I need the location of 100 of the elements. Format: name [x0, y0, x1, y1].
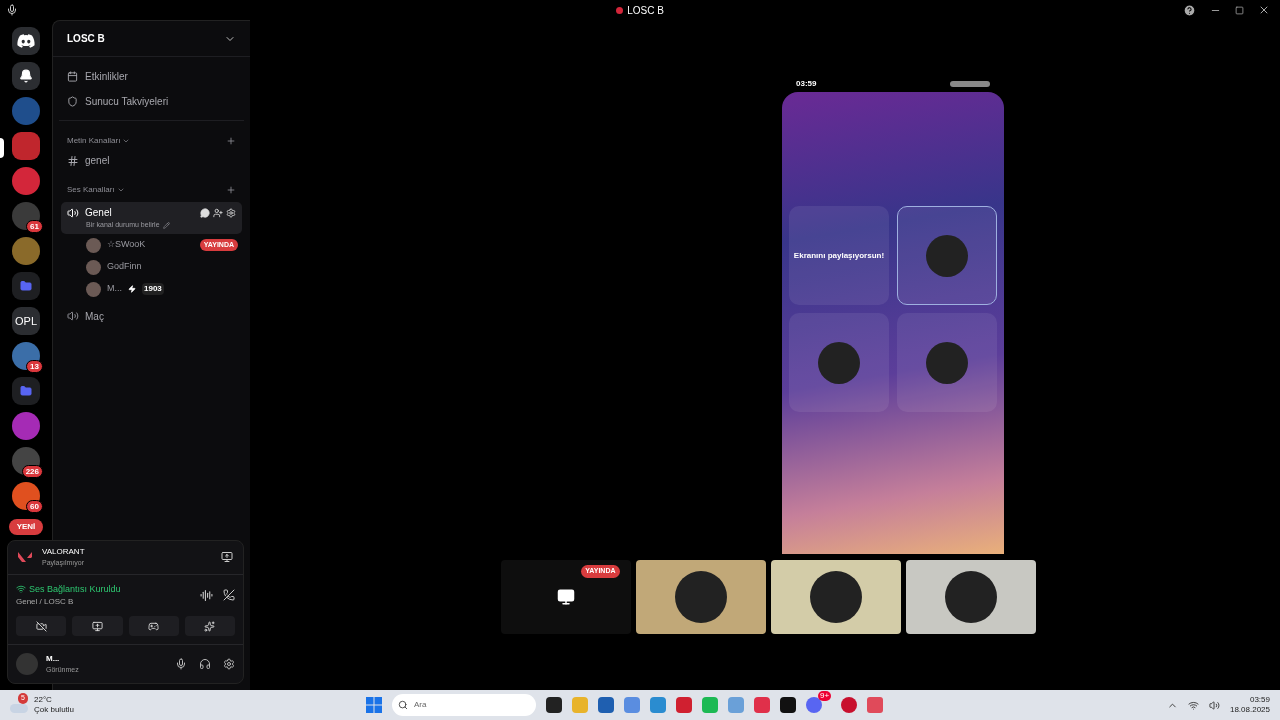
- channel-name: Maç: [85, 309, 104, 324]
- stream-tile[interactable]: [770, 560, 901, 634]
- taskbar-app-icon[interactable]: [546, 697, 562, 713]
- avatar-placeholder: [809, 571, 862, 623]
- add-user-icon[interactable]: [213, 207, 223, 218]
- server-button[interactable]: [12, 27, 40, 55]
- disconnect-icon[interactable]: [223, 589, 235, 602]
- settings-icon[interactable]: [226, 207, 236, 218]
- server-name[interactable]: LOSC B: [67, 31, 105, 46]
- participant-tile[interactable]: [897, 313, 997, 412]
- soundboard-button[interactable]: [184, 616, 235, 636]
- sidebar-item[interactable]: Etkinlikler: [67, 65, 236, 87]
- settings-icon[interactable]: [223, 658, 235, 670]
- voice-user-name[interactable]: M...: [107, 282, 122, 296]
- user-tag: 1903: [142, 283, 164, 295]
- sparkles-icon: [204, 620, 216, 632]
- stream-tile[interactable]: [905, 560, 1036, 634]
- channel-item[interactable]: genel: [67, 153, 236, 168]
- notification-badge: 9+: [818, 691, 832, 701]
- unread-badge: 13: [26, 360, 43, 373]
- chat-icon[interactable]: [200, 207, 210, 218]
- hash-icon: [67, 154, 79, 167]
- speaker-icon: [67, 206, 79, 219]
- category-label[interactable]: Metin Kanalları: [67, 135, 121, 147]
- connection-icon: [16, 584, 26, 595]
- server-button[interactable]: OPL: [12, 307, 40, 335]
- server-icon[interactable]: [12, 447, 40, 475]
- lightning-icon: [128, 285, 136, 293]
- search-icon: [398, 700, 408, 710]
- unread-badge: 60: [26, 500, 43, 513]
- volume-icon[interactable]: [1208, 699, 1220, 711]
- channel-name: Genel: [85, 206, 112, 220]
- user-name: M...: [46, 652, 61, 665]
- bell-icon: [19, 69, 33, 83]
- game-logo-icon: [18, 552, 32, 562]
- add-icon[interactable]: [226, 136, 236, 146]
- window-title: LOSC B: [627, 3, 664, 18]
- server-button[interactable]: [12, 62, 40, 90]
- participant-tile[interactable]: [897, 206, 997, 305]
- taskbar-app-icon[interactable]: [806, 697, 822, 713]
- clock-time[interactable]: 03:59: [1249, 695, 1270, 705]
- unread-badge: 226: [21, 465, 43, 478]
- shield-icon: [67, 95, 78, 107]
- server-label: OPL: [15, 313, 37, 329]
- avatar-placeholder: [818, 341, 860, 384]
- new-pill[interactable]: YENİ: [8, 519, 44, 535]
- game-name: VALORANT: [42, 545, 85, 558]
- gamepad-icon: [148, 620, 160, 632]
- category-label[interactable]: Ses Kanalları: [67, 184, 115, 196]
- maximize-icon[interactable]: [1235, 5, 1244, 15]
- noise-suppression-icon[interactable]: [200, 588, 213, 602]
- monitor-icon: [556, 588, 575, 606]
- avatar-placeholder: [926, 234, 968, 277]
- participant-tile[interactable]: [789, 313, 889, 412]
- clock-date[interactable]: 18.08.2025: [1229, 705, 1270, 715]
- unread-badge: 61: [26, 220, 43, 233]
- voice-user-name[interactable]: GodFinn: [107, 260, 142, 274]
- chevron-down-icon: [116, 186, 125, 194]
- pencil-icon: [162, 221, 170, 229]
- server-icon[interactable]: [12, 342, 40, 370]
- temperature: 22°C: [34, 695, 53, 705]
- avatar-placeholder: [926, 341, 968, 384]
- chevron-down-icon: [122, 137, 131, 145]
- taskbar-app-icon[interactable]: [780, 697, 796, 713]
- phone-clock: 03:59: [796, 78, 817, 90]
- taskbar-app-icon[interactable]: [841, 697, 858, 713]
- calendar-icon: [67, 70, 78, 82]
- close-icon[interactable]: [1258, 4, 1270, 16]
- screen-share-button[interactable]: [72, 616, 123, 636]
- cloud-icon: [10, 704, 28, 713]
- selected-indicator: [0, 138, 4, 158]
- speaker-icon: [67, 310, 79, 322]
- avatar-placeholder: [86, 237, 101, 253]
- stream-tile[interactable]: [635, 560, 766, 634]
- taskbar-app-icon[interactable]: [598, 697, 614, 713]
- camera-off-button[interactable]: [16, 616, 67, 636]
- network-icon[interactable]: [1187, 699, 1199, 711]
- search-field[interactable]: Ara: [392, 694, 536, 716]
- mic-icon: [6, 4, 18, 16]
- server-icon[interactable]: [12, 202, 40, 230]
- add-icon[interactable]: [226, 185, 236, 195]
- activity-button[interactable]: [128, 616, 179, 636]
- weather-label: Çok bulutlu: [34, 705, 75, 715]
- camera-off-icon: [35, 620, 47, 632]
- participant-tile[interactable]: Ekranını paylaşıyorsun!: [789, 206, 889, 305]
- screen-share-icon: [91, 620, 103, 632]
- server-icon[interactable]: [12, 482, 40, 510]
- voice-channel[interactable]: Maç: [61, 305, 242, 327]
- headphones-icon[interactable]: [199, 658, 211, 670]
- sidebar-item[interactable]: Sunucu Takviyeleri: [67, 90, 236, 112]
- screen-share-icon[interactable]: [221, 551, 233, 563]
- connection-status[interactable]: Ses Bağlantısı Kuruldu: [29, 582, 121, 596]
- help-icon[interactable]: [1183, 3, 1196, 17]
- mic-icon[interactable]: [175, 658, 187, 670]
- avatar-placeholder: [86, 259, 101, 275]
- avatar-placeholder: [86, 281, 101, 297]
- avatar-placeholder: [674, 571, 727, 623]
- voice-user-name[interactable]: ☆SWooK: [107, 238, 146, 252]
- voice-channel-path[interactable]: Genel / LOSC B: [16, 596, 121, 608]
- discord-logo-icon: [17, 34, 35, 48]
